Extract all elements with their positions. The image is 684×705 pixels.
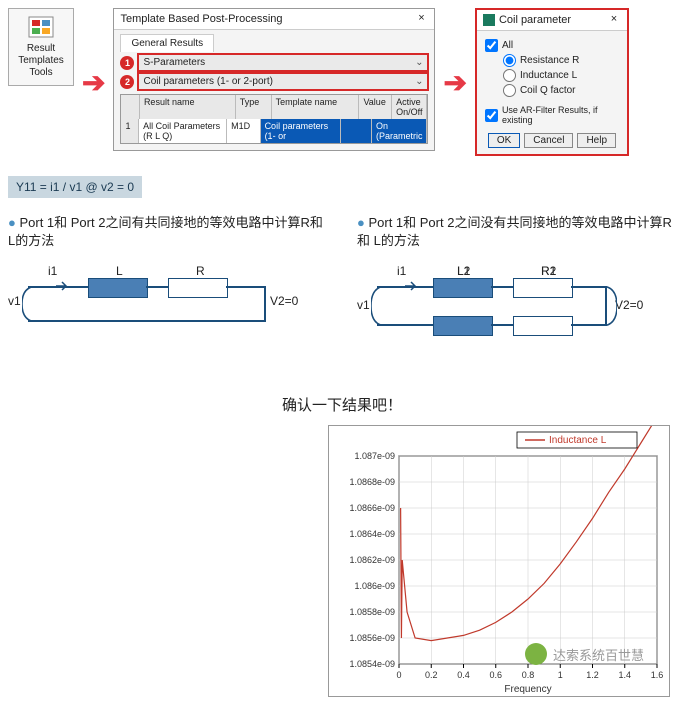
circuit-1: i1 L R V2=0 v1 [8, 264, 327, 374]
help-button[interactable]: Help [577, 133, 616, 148]
circuit-2: i1 L1 R1 V2=0 v1 L2 R2 [357, 264, 676, 374]
checkbox-ar-filter[interactable]: Use AR-Filter Results, if existing [485, 105, 619, 125]
ok-button[interactable]: OK [488, 133, 520, 148]
watermark-icon [525, 643, 547, 665]
svg-text:1.0868e-09: 1.0868e-09 [349, 477, 395, 487]
label-L: L [116, 264, 123, 278]
arrow-icon: ➔ [443, 66, 466, 99]
cell-template: Coil parameters (1- or [261, 119, 342, 143]
svg-text:1.0854e-09: 1.0854e-09 [349, 659, 395, 669]
resistor-R2 [513, 316, 573, 336]
radio-inductance[interactable]: Inductance L [503, 69, 619, 82]
svg-text:1.0856e-09: 1.0856e-09 [349, 633, 395, 643]
cell-name: All Coil Parameters (R L Q) [139, 119, 227, 143]
app-icon [483, 14, 495, 26]
confirm-text: 确认一下结果吧！ [8, 394, 676, 415]
tool-label: Result Templates Tools [18, 43, 64, 78]
resistor-R [168, 278, 228, 298]
badge-1: 1 [120, 56, 134, 70]
svg-text:Inductance L: Inductance L [549, 435, 607, 446]
inductor-L1 [433, 278, 493, 298]
left-description: Port 1和 Port 2之间有共同接地的等效电路中计算R和 L的方法 [8, 214, 327, 250]
label-R2: R2 [541, 264, 556, 278]
coil-dialog-title: Coil parameter [499, 14, 571, 26]
svg-text:1.0862e-09: 1.0862e-09 [349, 555, 395, 565]
tools-icon [27, 15, 55, 39]
port-loop [601, 286, 617, 326]
badge-2: 2 [120, 75, 134, 89]
combo-coil-parameters[interactable]: Coil parameters (1- or 2-port) ⌄ [138, 73, 428, 90]
close-icon[interactable]: × [607, 13, 621, 27]
svg-text:0: 0 [396, 670, 401, 680]
result-templates-tool-button[interactable]: Result Templates Tools [8, 8, 74, 86]
inductor-L2 [433, 316, 493, 336]
svg-text:0.6: 0.6 [489, 670, 502, 680]
svg-text:1: 1 [558, 670, 563, 680]
label-v1: v1 [8, 294, 21, 308]
port-loop [371, 286, 387, 326]
svg-text:1.0864e-09: 1.0864e-09 [349, 529, 395, 539]
coil-dialog: Coil parameter × All Resistance R Induct… [475, 8, 629, 156]
svg-text:0.2: 0.2 [425, 670, 438, 680]
coil-dialog-titlebar: Coil parameter × [477, 10, 627, 31]
result-table: Result name Type Template name Value Act… [120, 94, 428, 144]
svg-text:1.2: 1.2 [586, 670, 599, 680]
label-i1: i1 [397, 264, 406, 278]
table-header: Result name Type Template name Value Act… [121, 95, 427, 119]
cell-value [341, 119, 372, 143]
col-type: Type [236, 95, 272, 119]
combo-label: Coil parameters (1- or 2-port) [143, 76, 272, 87]
right-description: Port 1和 Port 2之间没有共同接地的等效电路中计算R和 L的方法 [357, 214, 676, 250]
template-dialog: Template Based Post-Processing × General… [113, 8, 435, 151]
svg-text:0.4: 0.4 [457, 670, 470, 680]
port-loop [22, 286, 38, 322]
circuit-section: Port 1和 Port 2之间有共同接地的等效电路中计算R和 L的方法 i1 … [8, 214, 676, 374]
chevron-down-icon: ⌄ [415, 57, 423, 68]
label-V2: V2=0 [270, 294, 298, 308]
watermark-text: 达索系统百世慧 [553, 645, 644, 664]
chevron-down-icon: ⌄ [415, 76, 423, 87]
resistor-R1 [513, 278, 573, 298]
svg-text:1.087e-09: 1.087e-09 [354, 451, 395, 461]
checkbox-all[interactable]: All [485, 39, 619, 52]
col-active: Active On/Off [392, 95, 427, 119]
cancel-button[interactable]: Cancel [524, 133, 573, 148]
label-i1: i1 [48, 264, 57, 278]
watermark: 达索系统百世慧 [525, 643, 644, 665]
close-icon[interactable]: × [414, 12, 428, 26]
col-value: Value [359, 95, 392, 119]
template-dialog-titlebar: Template Based Post-Processing × [114, 9, 434, 30]
table-row[interactable]: 1 All Coil Parameters (R L Q) M1D Coil p… [121, 119, 427, 143]
svg-text:1.6: 1.6 [651, 670, 664, 680]
col-name: Result name [140, 95, 236, 119]
svg-text:1.086e-09: 1.086e-09 [354, 581, 395, 591]
svg-text:Frequency: Frequency [504, 684, 551, 695]
radio-q-factor[interactable]: Coil Q factor [503, 84, 619, 97]
inductor-L [88, 278, 148, 298]
formula-box: Y11 = i1 / v1 @ v2 = 0 [8, 176, 142, 198]
top-row: Result Templates Tools ➔ Template Based … [8, 8, 676, 156]
row-num: 1 [121, 119, 139, 143]
label-L2: L2 [457, 264, 470, 278]
radio-resistance[interactable]: Resistance R [503, 54, 619, 67]
svg-text:1.0866e-09: 1.0866e-09 [349, 503, 395, 513]
arrow-icon [56, 280, 68, 292]
svg-text:1.4: 1.4 [618, 670, 631, 680]
col-template: Template name [272, 95, 360, 119]
label-V2: V2=0 [615, 298, 643, 312]
tab-general-results[interactable]: General Results [120, 34, 214, 52]
combo-s-parameters[interactable]: S-Parameters ⌄ [138, 54, 428, 71]
combo-label: S-Parameters [143, 57, 205, 68]
arrow-icon [405, 280, 417, 292]
svg-text:0.8: 0.8 [522, 670, 535, 680]
cell-type: M1D [227, 119, 260, 143]
label-v1: v1 [357, 298, 370, 312]
svg-text:1.0858e-09: 1.0858e-09 [349, 607, 395, 617]
template-dialog-title: Template Based Post-Processing [120, 13, 282, 25]
arrow-icon: ➔ [82, 66, 105, 99]
cell-active: On (Parametric [372, 119, 428, 143]
label-R: R [196, 264, 205, 278]
